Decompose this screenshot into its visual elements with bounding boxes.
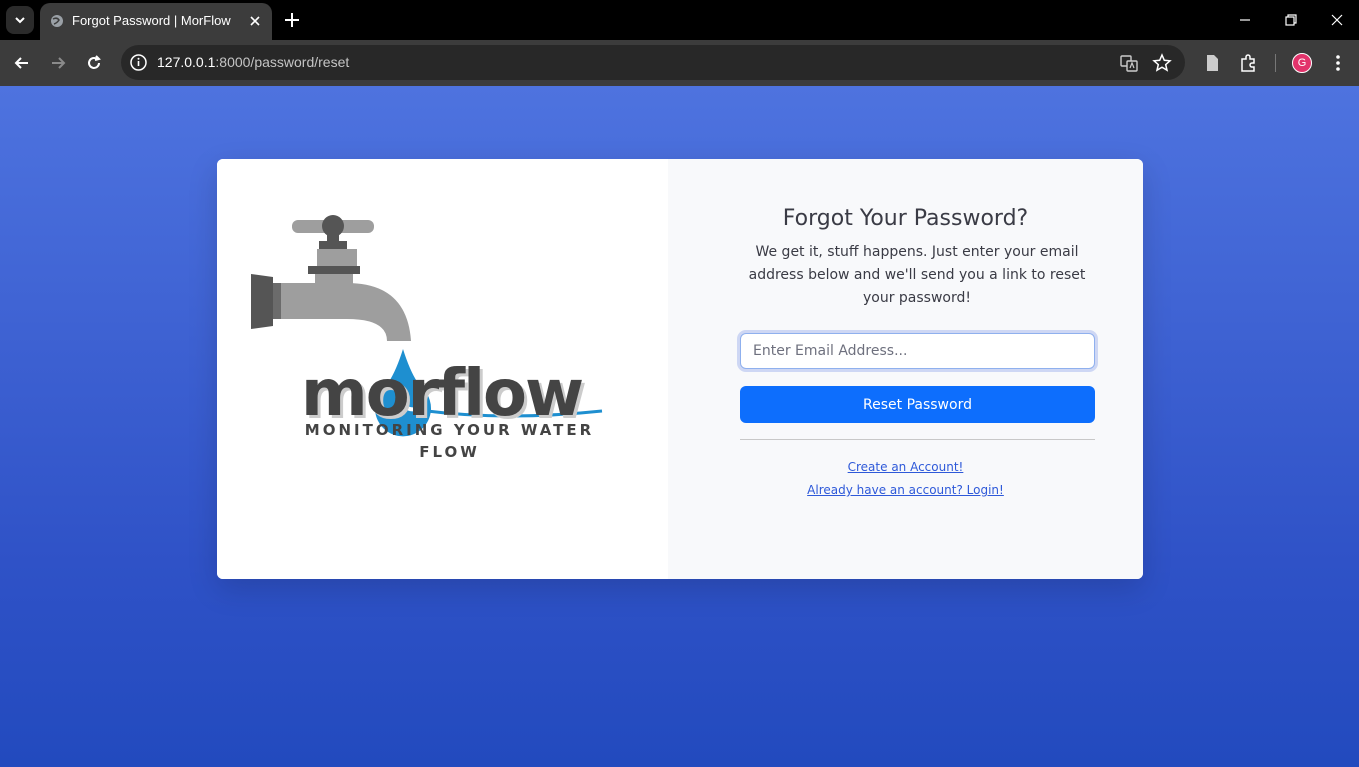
- page-title: Forgot Your Password?: [782, 206, 1029, 231]
- form-panel: Forgot Your Password? We get it, stuff h…: [668, 159, 1143, 579]
- browser-toolbar: 127.0.0.1:8000/password/reset G: [0, 40, 1359, 86]
- create-account-link[interactable]: Create an Account!: [668, 460, 1143, 474]
- menu-kebab-icon[interactable]: [1328, 53, 1348, 73]
- new-tab-icon[interactable]: [283, 11, 301, 29]
- toolbar-separator: [1275, 54, 1276, 72]
- browser-tab[interactable]: Forgot Password | MorFlow: [40, 3, 272, 40]
- back-arrow-icon[interactable]: [12, 53, 32, 73]
- translate-icon[interactable]: [1119, 53, 1139, 73]
- close-icon[interactable]: [248, 14, 262, 28]
- brand-tagline: MONITORING YOUR WATER FLOW: [304, 421, 595, 461]
- forgot-password-card: morflow MONITORING YOUR WATER FLOW Forgo…: [217, 159, 1143, 579]
- profile-avatar[interactable]: G: [1292, 53, 1312, 73]
- minimize-icon[interactable]: [1237, 12, 1253, 28]
- divider: [740, 439, 1095, 440]
- url-text: 127.0.0.1:8000/password/reset: [157, 54, 350, 70]
- login-link[interactable]: Already have an account? Login!: [668, 483, 1143, 497]
- brand-panel: morflow MONITORING YOUR WATER FLOW: [217, 159, 668, 579]
- window-close-icon[interactable]: [1329, 12, 1345, 28]
- reset-password-button[interactable]: Reset Password: [740, 386, 1095, 423]
- email-field[interactable]: [740, 333, 1095, 369]
- bookmark-star-icon[interactable]: [1152, 53, 1172, 73]
- address-bar[interactable]: 127.0.0.1:8000/password/reset: [121, 45, 1185, 80]
- forward-arrow-icon[interactable]: [48, 53, 68, 73]
- globe-icon: [51, 15, 63, 27]
- chevron-down-icon: [15, 17, 25, 24]
- reload-icon[interactable]: [84, 53, 104, 73]
- tab-title: Forgot Password | MorFlow: [72, 13, 231, 28]
- reading-list-icon[interactable]: [1202, 53, 1222, 73]
- page-background: morflow MONITORING YOUR WATER FLOW Forgo…: [0, 86, 1359, 767]
- site-info-icon[interactable]: [129, 53, 148, 72]
- tab-strip: Forgot Password | MorFlow: [0, 0, 1359, 40]
- tab-search-button[interactable]: [6, 6, 34, 34]
- restore-icon[interactable]: [1283, 12, 1299, 28]
- instructions-text: We get it, stuff happens. Just enter you…: [748, 244, 1086, 306]
- extensions-icon[interactable]: [1238, 53, 1258, 73]
